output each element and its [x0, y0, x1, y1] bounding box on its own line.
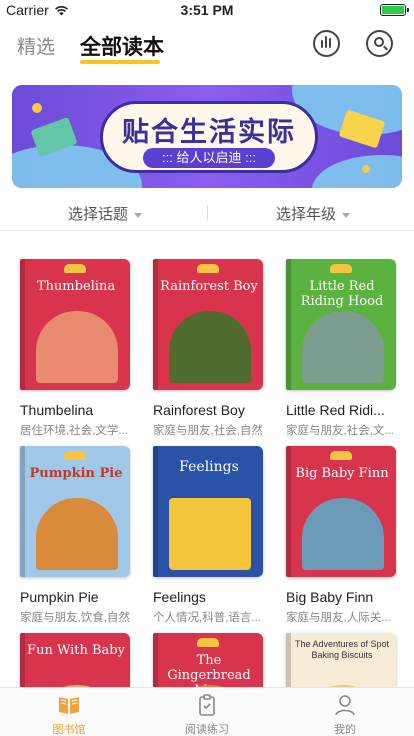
cover-illustration — [302, 311, 384, 383]
book-title: Pumpkin Pie — [20, 589, 99, 605]
filter-bar: 选择话题 选择年级 — [0, 195, 414, 231]
book-item[interactable]: The Gingerbread Man — [153, 633, 265, 687]
cover-title: Pumpkin Pie — [29, 466, 123, 481]
cover-title: Thumbelina — [36, 279, 116, 294]
book-cover[interactable]: Big Baby Finn — [286, 446, 396, 577]
tab-mine-label: 我的 — [334, 724, 356, 736]
book-tags: 个人情况,科普,语言... — [153, 612, 261, 624]
book-open-icon — [59, 697, 79, 714]
book-item[interactable]: The Adventures of Spot Baking Biscuits — [286, 633, 398, 687]
grade-filter-label: 选择年级 — [276, 206, 337, 223]
book-cover[interactable]: Thumbelina — [20, 259, 130, 390]
book-tags: 家庭与朋友,人际关... — [286, 612, 391, 624]
book-cover[interactable]: Rainforest Boy — [153, 259, 263, 390]
chevron-down-icon — [342, 212, 351, 218]
cover-title: Big Baby Finn — [295, 466, 389, 481]
cover-title: Rainforest Boy — [160, 279, 258, 294]
top-nav: 精选 全部读本 — [0, 20, 414, 70]
banner-card: 贴合生活实际 ::: 给人以启迪 ::: — [100, 101, 318, 173]
book-grid: Thumbelina Thumbelina 居住环境,社会,文学... Rain… — [0, 231, 414, 687]
book-tags: 居住环境,社会,文学... — [20, 425, 128, 437]
book-title: Rainforest Boy — [153, 402, 245, 418]
cover-illustration — [36, 498, 118, 570]
cover-illustration — [169, 498, 251, 570]
tab-reading-practice-label: 阅读练习 — [185, 724, 229, 736]
book-cover[interactable]: Fun With Baby — [20, 633, 130, 687]
book-item[interactable]: Thumbelina Thumbelina 居住环境,社会,文学... — [20, 259, 132, 438]
person-icon — [335, 695, 355, 716]
cover-illustration — [302, 498, 384, 570]
clipboard-icon — [199, 694, 215, 716]
tab-library[interactable]: 图书馆 — [0, 688, 138, 736]
bottom-tab-bar: 图书馆 阅读练习 我的 — [0, 687, 414, 736]
book-tags: 家庭与朋友,社会,文... — [286, 425, 394, 437]
book-tags: 家庭与朋友,饮食,自然 — [20, 612, 130, 624]
book-item[interactable]: Feelings Feelings 个人情况,科普,语言... — [153, 446, 265, 625]
tab-library-label: 图书馆 — [52, 724, 86, 736]
cover-title: Little Red Riding Hood — [300, 279, 384, 309]
tab-all-books[interactable]: 全部读本 — [80, 31, 164, 61]
cover-title: Feelings — [179, 459, 239, 475]
topic-filter-label: 选择话题 — [68, 206, 129, 223]
battery-icon — [380, 4, 409, 16]
book-cover[interactable]: Pumpkin Pie — [20, 446, 130, 577]
book-item[interactable]: Little Red Riding Hood Little Red Ridi..… — [286, 259, 398, 438]
chevron-down-icon — [134, 212, 143, 218]
status-bar: Carrier 3:51 PM — [0, 0, 414, 20]
book-cover[interactable]: Little Red Riding Hood — [286, 259, 396, 390]
book-item[interactable]: Fun With Baby — [20, 633, 132, 687]
book-title: Feelings — [153, 589, 206, 605]
book-title: Little Red Ridi... — [286, 402, 385, 418]
tab-mine[interactable]: 我的 — [276, 688, 414, 736]
book-item[interactable]: Rainforest Boy Rainforest Boy 家庭与朋友,社会,自… — [153, 259, 265, 438]
grade-filter[interactable]: 选择年级 — [276, 203, 351, 224]
cover-illustration — [36, 311, 118, 383]
book-cover[interactable]: Feelings — [153, 446, 263, 577]
cover-title: Fun With Baby — [27, 643, 125, 658]
book-cover[interactable]: The Gingerbread Man — [153, 633, 263, 687]
tab-featured[interactable]: 精选 — [17, 32, 55, 59]
book-item[interactable]: Pumpkin Pie Pumpkin Pie 家庭与朋友,饮食,自然 — [20, 446, 132, 625]
cover-title: The Gingerbread Man — [167, 653, 251, 687]
banner-title: 贴合生活实际 — [122, 117, 296, 147]
book-tags: 家庭与朋友,社会,自然 — [153, 425, 263, 437]
status-time: 3:51 PM — [180, 2, 234, 18]
cover-illustration — [169, 311, 251, 383]
promo-banner[interactable]: 贴合生活实际 ::: 给人以启迪 ::: — [12, 85, 402, 188]
book-item[interactable]: Big Baby Finn Big Baby Finn 家庭与朋友,人际关... — [286, 446, 398, 625]
book-title: Big Baby Finn — [286, 589, 374, 605]
tab-reading-practice[interactable]: 阅读练习 — [138, 688, 276, 736]
book-cover[interactable]: The Adventures of Spot Baking Biscuits — [286, 633, 396, 687]
stats-icon[interactable] — [313, 30, 340, 57]
topic-filter[interactable]: 选择话题 — [68, 203, 143, 224]
book-title: Thumbelina — [20, 402, 94, 418]
active-tab-indicator — [80, 60, 160, 64]
cover-title: The Adventures of Spot Baking Biscuits — [294, 639, 390, 660]
banner-subtitle: ::: 给人以启迪 ::: — [143, 148, 275, 168]
search-icon[interactable] — [366, 30, 393, 57]
filter-divider — [207, 205, 208, 221]
